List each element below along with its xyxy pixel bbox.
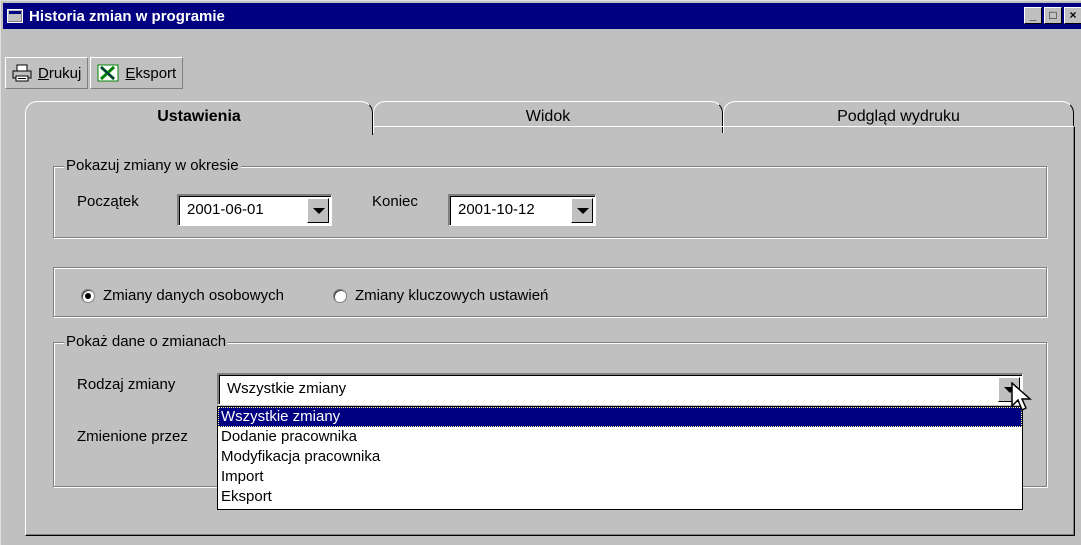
list-item[interactable]: Import (218, 467, 1022, 487)
end-date-combo[interactable]: 2001-10-12 (448, 194, 596, 226)
end-date-value: 2001-10-12 (458, 201, 535, 218)
mouse-cursor-icon (1011, 381, 1033, 418)
maximize-button[interactable]: □ (1044, 7, 1062, 24)
change-type-label: Rodzaj zmiany (77, 376, 176, 393)
period-legend: Pokazuj zmiany w okresie (64, 157, 241, 174)
tab-ustawienia[interactable]: Ustawienia (25, 101, 373, 135)
toolbar: Drukuj Eksport (5, 57, 184, 89)
list-item[interactable]: Dodanie pracownika (218, 427, 1022, 447)
print-label: Drukuj (38, 64, 82, 82)
radio-personal-data-indicator[interactable] (81, 288, 95, 303)
export-button[interactable]: Eksport (90, 57, 184, 89)
details-legend: Pokaż dane o zmianach (64, 333, 229, 350)
change-type-combo[interactable]: Wszystkie zmiany (217, 373, 1023, 405)
history-window: Historia zmian w programie _ □ × Drukuj (0, 0, 1081, 545)
chevron-down-icon[interactable] (307, 198, 329, 223)
window-title: Historia zmian w programie (29, 7, 225, 25)
tab-podglad-label: Podgląd wydruku (837, 108, 960, 125)
list-item[interactable]: Eksport (218, 487, 1022, 507)
start-date-combo[interactable]: 2001-06-01 (177, 194, 332, 226)
tab-widok-label: Widok (525, 108, 571, 125)
radio-personal-data-label: Zmiany danych osobowych (103, 287, 284, 304)
start-date-value: 2001-06-01 (187, 201, 264, 218)
radio-key-settings[interactable]: Zmiany kluczowych ustawień (333, 287, 548, 304)
print-button[interactable]: Drukuj (5, 57, 89, 89)
radio-personal-data[interactable]: Zmiany danych osobowych (81, 287, 284, 304)
tab-ustawienia-label: Ustawienia (157, 108, 241, 125)
minimize-button[interactable]: _ (1024, 7, 1042, 24)
changed-by-label: Zmienione przez (77, 428, 188, 445)
printer-icon (12, 64, 32, 82)
close-button[interactable]: × (1064, 7, 1081, 24)
radio-key-settings-label: Zmiany kluczowych ustawień (355, 287, 549, 304)
radio-key-settings-indicator[interactable] (333, 288, 347, 303)
window-icon (7, 9, 23, 23)
export-label: Eksport (125, 64, 177, 82)
change-type-value: Wszystkie zmiany (227, 380, 347, 397)
end-label: Koniec (372, 193, 418, 210)
chevron-down-icon[interactable] (571, 198, 593, 223)
list-item[interactable]: Wszystkie zmiany (218, 407, 1022, 427)
excel-icon (97, 64, 119, 82)
list-item[interactable]: Modyfikacja pracownika (218, 447, 1022, 467)
title-bar[interactable]: Historia zmian w programie _ □ × (3, 3, 1081, 29)
start-label: Początek (77, 193, 139, 210)
change-type-dropdown-list[interactable]: Wszystkie zmiany Dodanie pracownika Mody… (217, 406, 1023, 510)
